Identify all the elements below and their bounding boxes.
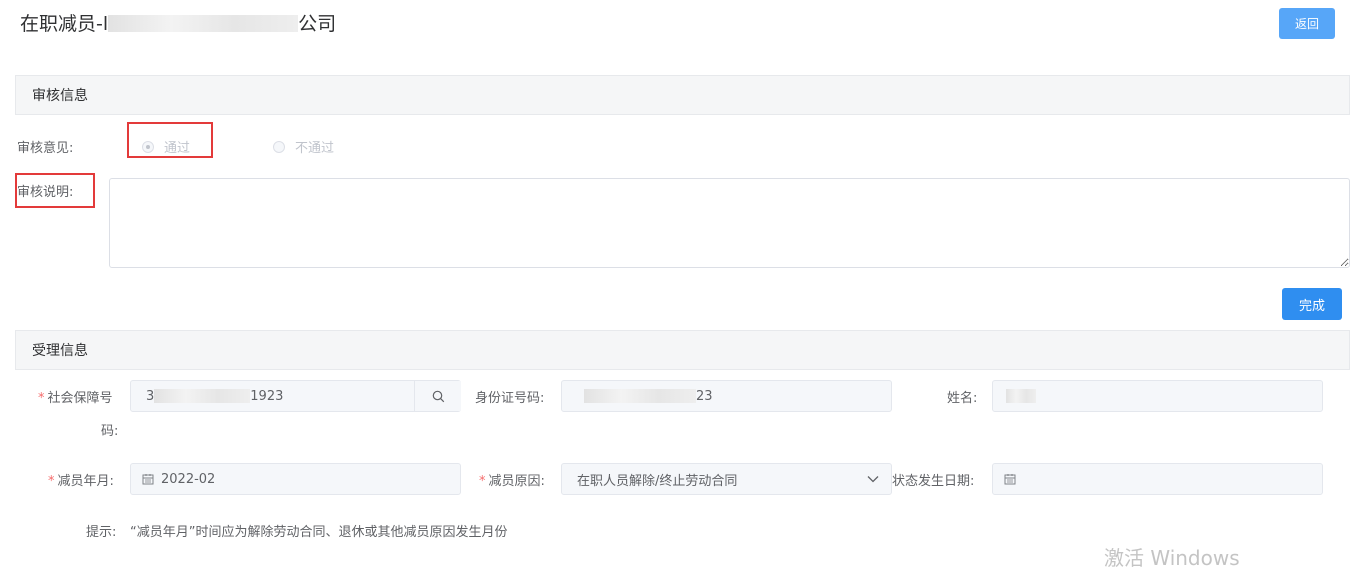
acceptance-section-header: 受理信息: [15, 330, 1350, 370]
reduction-month-value: 2022-02: [161, 471, 216, 487]
back-button[interactable]: 返回: [1279, 8, 1335, 39]
reduction-reason-select[interactable]: 在职人员解除/终止劳动合同: [561, 463, 892, 495]
reduction-reason-label-text: 减员原因:: [488, 474, 545, 489]
radio-pass-dot[interactable]: [142, 140, 154, 153]
name-input[interactable]: [992, 380, 1323, 412]
radio-pass[interactable]: 通过: [142, 137, 190, 156]
reduction-month-input[interactable]: 2022-02: [130, 463, 461, 495]
review-desc-label: 审核说明:: [17, 185, 74, 200]
review-section-header: 审核信息: [15, 75, 1350, 115]
reduction-reason-value: 在职人员解除/终止劳动合同: [577, 473, 738, 489]
redacted-company-name: [108, 15, 299, 32]
radio-fail-dot[interactable]: [273, 140, 285, 153]
search-icon: [432, 390, 444, 402]
chevron-down-icon: [867, 476, 879, 483]
redacted-name: [1006, 389, 1036, 403]
hint-label: 提示:: [86, 525, 117, 540]
review-opinion-label: 审核意见:: [17, 141, 74, 156]
acceptance-section-title: 受理信息: [32, 343, 88, 359]
ss-number-label-line2: 码:: [101, 424, 119, 439]
id-number-input[interactable]: 23: [561, 380, 892, 412]
ss-number-label-line1: 社会保障号: [47, 391, 113, 406]
calendar-icon: [142, 474, 154, 485]
review-section-title: 审核信息: [32, 88, 88, 104]
required-mark: *: [38, 391, 45, 406]
ss-number-input[interactable]: 3 1923: [130, 380, 461, 412]
redacted-id-number: [584, 389, 696, 403]
id-number-label: 身份证号码:: [475, 391, 545, 406]
name-label: 姓名:: [947, 391, 978, 406]
page-title-prefix: 在职减员-l: [20, 13, 109, 35]
required-mark: *: [479, 474, 486, 489]
id-number-value-end: 23: [696, 388, 713, 404]
ss-number-value-end: 1923: [250, 388, 284, 404]
windows-activation-watermark: 激活 Windows: [1104, 546, 1240, 570]
radio-fail-label: 不通过: [295, 141, 335, 156]
redacted-ss-number: [154, 389, 251, 403]
hint-text: “减员年月”时间应为解除劳动合同、退休或其他减员原因发生月份: [130, 525, 508, 540]
ss-number-label: * 社会保障号: [38, 387, 113, 406]
calendar-icon: [1004, 474, 1016, 485]
review-desc-textarea[interactable]: [109, 178, 1350, 268]
required-mark: *: [48, 474, 55, 489]
radio-fail[interactable]: 不通过: [273, 137, 334, 156]
status-date-input[interactable]: [992, 463, 1323, 495]
page-title-suffix: 公司: [298, 13, 337, 35]
ss-number-value-start: 3: [146, 388, 155, 404]
reduction-reason-label: * 减员原因:: [479, 470, 545, 489]
ss-search-button[interactable]: [414, 381, 461, 411]
radio-pass-label: 通过: [164, 141, 191, 156]
reduction-month-label: * 减员年月:: [48, 470, 114, 489]
done-button[interactable]: 完成: [1282, 288, 1342, 320]
status-date-label: 状态发生日期:: [892, 474, 975, 489]
reduction-month-label-text: 减员年月:: [57, 474, 114, 489]
page-title: 在职减员-l 公司: [20, 9, 336, 36]
